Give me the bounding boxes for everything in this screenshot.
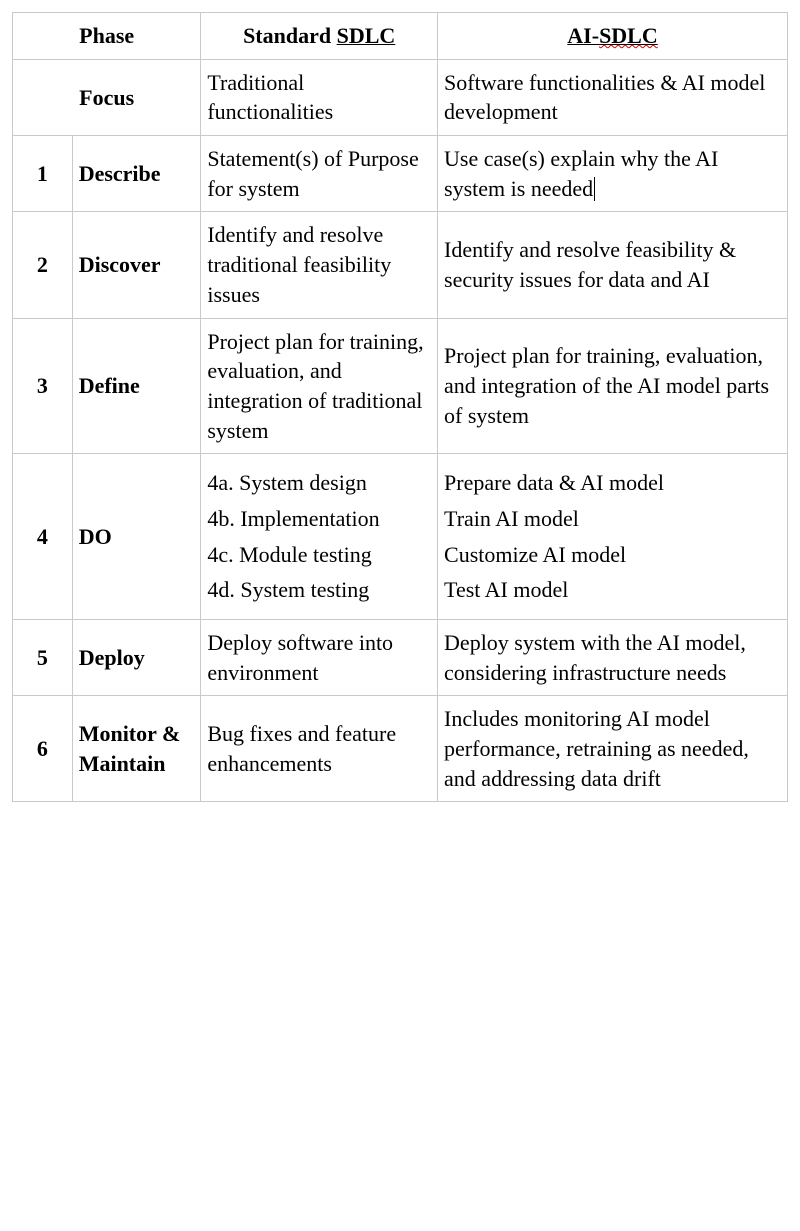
row-std: Identify and resolve traditional feasibi…	[201, 212, 438, 318]
do-std-line: 4c. Module testing	[207, 540, 431, 570]
row-name: Describe	[72, 136, 201, 212]
table-row: 5 Deploy Deploy software into environmen…	[13, 620, 788, 696]
table-row: 1 Describe Statement(s) of Purpose for s…	[13, 136, 788, 212]
table-header-row: Phase Standard SDLC AI-SDLC	[13, 13, 788, 60]
focus-label: Focus	[13, 59, 201, 135]
row-num: 3	[13, 318, 73, 454]
do-std-line: 4b. Implementation	[207, 504, 431, 534]
table-row: 3 Define Project plan for training, eval…	[13, 318, 788, 454]
row-name: Discover	[72, 212, 201, 318]
row-std: Deploy software into environment	[201, 620, 438, 696]
table-row: 6 Monitor & Maintain Bug fixes and featu…	[13, 696, 788, 802]
row-std: Project plan for training, evaluation, a…	[201, 318, 438, 454]
table-row: 2 Discover Identify and resolve traditio…	[13, 212, 788, 318]
do-ai-line: Test AI model	[444, 575, 781, 605]
row-name: DO	[72, 454, 201, 620]
header-ai-sdlc: AI-SDLC	[438, 13, 788, 60]
row-name: Monitor & Maintain	[72, 696, 201, 802]
row-name: Deploy	[72, 620, 201, 696]
do-std-line: 4d. System testing	[207, 575, 431, 605]
header-ai-acronym: SDLC	[599, 23, 658, 48]
row-ai: Includes monitoring AI model performance…	[438, 696, 788, 802]
row-name: Define	[72, 318, 201, 454]
focus-std: Traditional functionalities	[201, 59, 438, 135]
row-num: 5	[13, 620, 73, 696]
row-ai: Project plan for training, evaluation, a…	[438, 318, 788, 454]
focus-row: Focus Traditional functionalities Softwa…	[13, 59, 788, 135]
header-ai-prefix: AI-	[567, 23, 599, 48]
do-ai-line: Customize AI model	[444, 540, 781, 570]
row-ai: Identify and resolve feasibility & secur…	[438, 212, 788, 318]
row-std: Bug fixes and feature enhancements	[201, 696, 438, 802]
row-num: 1	[13, 136, 73, 212]
row-ai-text: Use case(s) explain why the AI system is…	[444, 146, 718, 201]
header-ai-full: AI-SDLC	[567, 23, 657, 48]
table-row: 4 DO 4a. System design 4b. Implementatio…	[13, 454, 788, 620]
sdlc-comparison-table: Phase Standard SDLC AI-SDLC Focus Tradit…	[12, 12, 788, 802]
row-std-multiline: 4a. System design 4b. Implementation 4c.…	[201, 454, 438, 620]
row-num: 4	[13, 454, 73, 620]
row-ai: Use case(s) explain why the AI system is…	[438, 136, 788, 212]
row-num: 6	[13, 696, 73, 802]
row-ai: Deploy system with the AI model, conside…	[438, 620, 788, 696]
do-ai-line: Prepare data & AI model	[444, 468, 781, 498]
row-num: 2	[13, 212, 73, 318]
header-std-prefix: Standard	[243, 23, 337, 48]
do-std-line: 4a. System design	[207, 468, 431, 498]
row-ai-multiline: Prepare data & AI model Train AI model C…	[438, 454, 788, 620]
header-std-acronym: SDLC	[337, 23, 396, 48]
header-phase: Phase	[13, 13, 201, 60]
header-standard-sdlc: Standard SDLC	[201, 13, 438, 60]
do-ai-line: Train AI model	[444, 504, 781, 534]
focus-ai: Software functionalities & AI model deve…	[438, 59, 788, 135]
row-std: Statement(s) of Purpose for system	[201, 136, 438, 212]
